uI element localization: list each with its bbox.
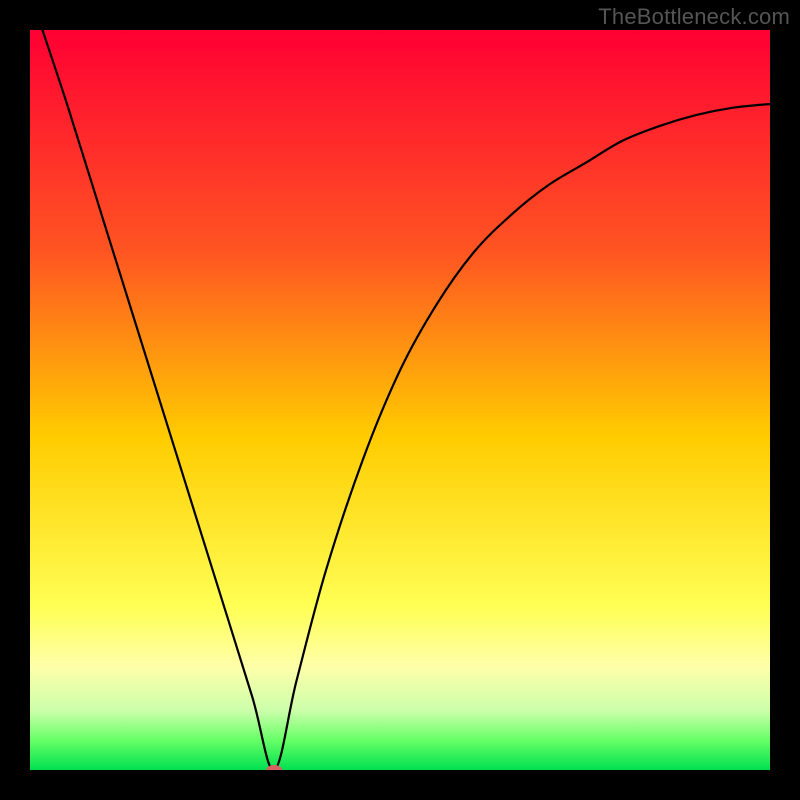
chart-svg	[30, 30, 770, 770]
chart-frame: TheBottleneck.com	[0, 0, 800, 800]
gradient-background	[30, 30, 770, 770]
watermark-text: TheBottleneck.com	[598, 4, 790, 30]
plot-area	[30, 30, 770, 770]
